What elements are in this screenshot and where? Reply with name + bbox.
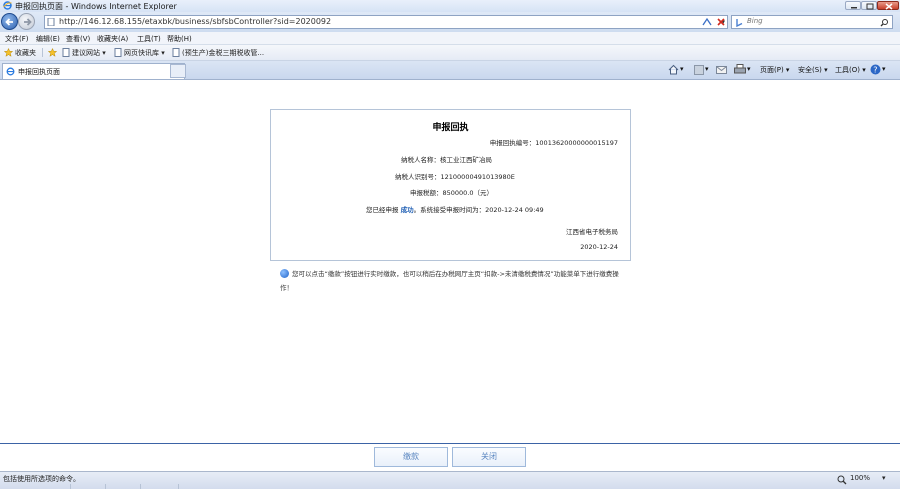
tab-receipt-page[interactable]: 申报回执页面 xyxy=(2,63,185,79)
help-dropdown-icon[interactable]: ▾ xyxy=(882,65,886,73)
menu-bar: 文件(F) 编辑(E) 查看(V) 收藏夹(A) 工具(T) 帮助(H) xyxy=(0,32,900,45)
divider xyxy=(70,484,71,489)
menu-edit[interactable]: 编辑(E) xyxy=(36,34,60,44)
taxpayer-name-row: 纳税人名称：核工业江西矿冶局 xyxy=(401,154,492,164)
issuer-name: 江西省电子税务局 xyxy=(566,228,618,236)
menu-view[interactable]: 查看(V) xyxy=(66,34,90,44)
suggested-sites-icon xyxy=(62,48,70,57)
receipt-number-row: 申报回执编号：10013620000000015197 xyxy=(490,137,618,147)
minimize-button[interactable] xyxy=(845,1,861,10)
receipt-panel: 申报回执 申报回执编号：10013620000000015197 纳税人名称：核… xyxy=(270,109,631,261)
feeds-icon[interactable] xyxy=(694,65,704,75)
new-tab-button[interactable] xyxy=(170,64,186,78)
feeds-dropdown-icon[interactable]: ▾ xyxy=(705,65,709,73)
safety-menu[interactable]: 安全(S) ▾ xyxy=(798,65,828,75)
payment-notice: 您可以点击“缴款”按钮进行实时缴款，也可以稍后在办税网厅主页“扣款->未清缴税费… xyxy=(280,267,630,295)
url-text: http://146.12.68.155/etaxbk/business/sbf… xyxy=(59,17,332,26)
search-input[interactable]: Bing xyxy=(731,15,893,29)
print-dropdown-icon[interactable]: ▾ xyxy=(747,65,751,73)
declaration-success: 成功 xyxy=(400,206,414,214)
close-icon xyxy=(885,3,893,10)
web-slice-icon xyxy=(114,48,122,57)
close-window-button[interactable] xyxy=(877,1,899,10)
divider xyxy=(105,484,106,489)
favorites-star-icon xyxy=(4,48,13,57)
ie-logo-icon xyxy=(3,1,12,10)
receipt-number-label: 申报回执编号： xyxy=(489,139,536,147)
forward-button[interactable] xyxy=(18,13,35,30)
favorites-button[interactable]: 收藏夹 xyxy=(15,48,36,58)
taxpayer-id-row: 纳税人识别号：12100000491013980E xyxy=(395,171,515,181)
zoom-level[interactable]: 100% xyxy=(850,474,870,482)
menu-tools[interactable]: 工具(T) xyxy=(137,34,161,44)
title-bar: 申报回执页面 - Windows Internet Explorer xyxy=(0,0,900,12)
home-icon[interactable] xyxy=(668,64,679,75)
maximize-icon xyxy=(866,3,874,10)
receipt-title: 申报回执 xyxy=(432,123,469,133)
window-title: 申报回执页面 - Windows Internet Explorer xyxy=(15,2,177,11)
forward-arrow-icon xyxy=(24,18,32,26)
info-bullet-icon xyxy=(280,269,289,278)
suggested-sites-link[interactable]: 建议网站 ▾ xyxy=(72,48,106,58)
back-arrow-icon xyxy=(5,18,13,26)
svg-text:?: ? xyxy=(873,66,877,75)
bing-logo-icon xyxy=(736,19,743,27)
status-bar: 包括使用所选项的命令。 100% ▾ xyxy=(0,471,900,489)
help-icon[interactable]: ? xyxy=(870,64,881,75)
tab-bar: 申报回执页面 ▾ ▾ ▾ 页面(P) ▾ 安全(S) ▾ 工具(O) ▾ ? ▾ xyxy=(0,61,900,80)
tab-label: 申报回执页面 xyxy=(18,68,60,76)
favorites-bar: 收藏夹 建议网站 ▾ 网页快讯库 ▾ (预生产)金税三期税收管... xyxy=(0,45,900,61)
minimize-icon xyxy=(851,7,857,9)
menu-file[interactable]: 文件(F) xyxy=(5,34,29,44)
taxpayer-name-label: 纳税人名称： xyxy=(401,156,440,164)
declaration-prefix: 您已经申报 xyxy=(366,206,399,214)
status-text: 包括使用所选项的命令。 xyxy=(3,475,80,483)
receipt-number-value: 10013620000000015197 xyxy=(535,139,618,147)
divider xyxy=(178,484,179,489)
zoom-icon[interactable] xyxy=(837,475,847,485)
search-placeholder: Bing xyxy=(747,17,763,25)
pay-button[interactable]: 缴款 xyxy=(374,447,448,467)
search-icon[interactable] xyxy=(880,18,889,27)
tax-amount-row: 申报税额：850000.0（元） xyxy=(410,187,493,197)
divider xyxy=(42,48,43,57)
favorite-link-tax-system[interactable]: (预生产)金税三期税收管... xyxy=(182,48,264,58)
declaration-time: 。系统接受申报时间为：2020-12-24 09:49 xyxy=(413,206,544,214)
receipt-date: 2020-12-24 xyxy=(580,243,618,251)
home-dropdown-icon[interactable]: ▾ xyxy=(680,65,684,73)
declaration-status-row: 您已经申报 成功。系统接受申报时间为：2020-12-24 09:49 xyxy=(366,204,544,214)
taxpayer-id-value: 12100000491013980E xyxy=(440,173,515,181)
page-menu[interactable]: 页面(P) ▾ xyxy=(760,65,789,75)
divider xyxy=(140,484,141,489)
compatibility-view-icon[interactable] xyxy=(701,16,713,28)
stop-icon[interactable] xyxy=(715,16,727,28)
address-input[interactable]: http://146.12.68.155/etaxbk/business/sbf… xyxy=(44,15,728,29)
maximize-button[interactable] xyxy=(861,1,877,10)
address-bar: http://146.12.68.155/etaxbk/business/sbf… xyxy=(0,12,900,32)
close-button[interactable]: 关闭 xyxy=(452,447,526,467)
print-icon[interactable] xyxy=(734,64,746,75)
page-icon xyxy=(47,18,55,26)
page-icon xyxy=(172,48,180,57)
tools-menu[interactable]: 工具(O) ▾ xyxy=(835,65,866,75)
notice-text: 您可以点击“缴款”按钮进行实时缴款，也可以稍后在办税网厅主页“扣款->未清缴税费… xyxy=(280,270,619,292)
taxpayer-name-value: 核工业江西矿冶局 xyxy=(440,156,492,164)
menu-favorites[interactable]: 收藏夹(A) xyxy=(97,34,128,44)
web-slice-gallery-link[interactable]: 网页快讯库 ▾ xyxy=(124,48,165,58)
ie-page-icon xyxy=(6,67,15,76)
command-bar: ▾ ▾ ▾ 页面(P) ▾ 安全(S) ▾ 工具(O) ▾ ? ▾ xyxy=(660,61,900,79)
zoom-dropdown-icon[interactable]: ▾ xyxy=(882,474,886,482)
divider xyxy=(0,443,900,444)
back-button[interactable] xyxy=(1,13,18,30)
menu-help[interactable]: 帮助(H) xyxy=(167,34,192,44)
read-mail-icon[interactable] xyxy=(716,65,727,75)
taxpayer-id-label: 纳税人识别号： xyxy=(395,173,441,181)
tax-amount-value: 850000.0（元） xyxy=(442,189,494,197)
tax-amount-label: 申报税额： xyxy=(410,189,443,197)
add-favorite-icon[interactable] xyxy=(48,48,57,57)
